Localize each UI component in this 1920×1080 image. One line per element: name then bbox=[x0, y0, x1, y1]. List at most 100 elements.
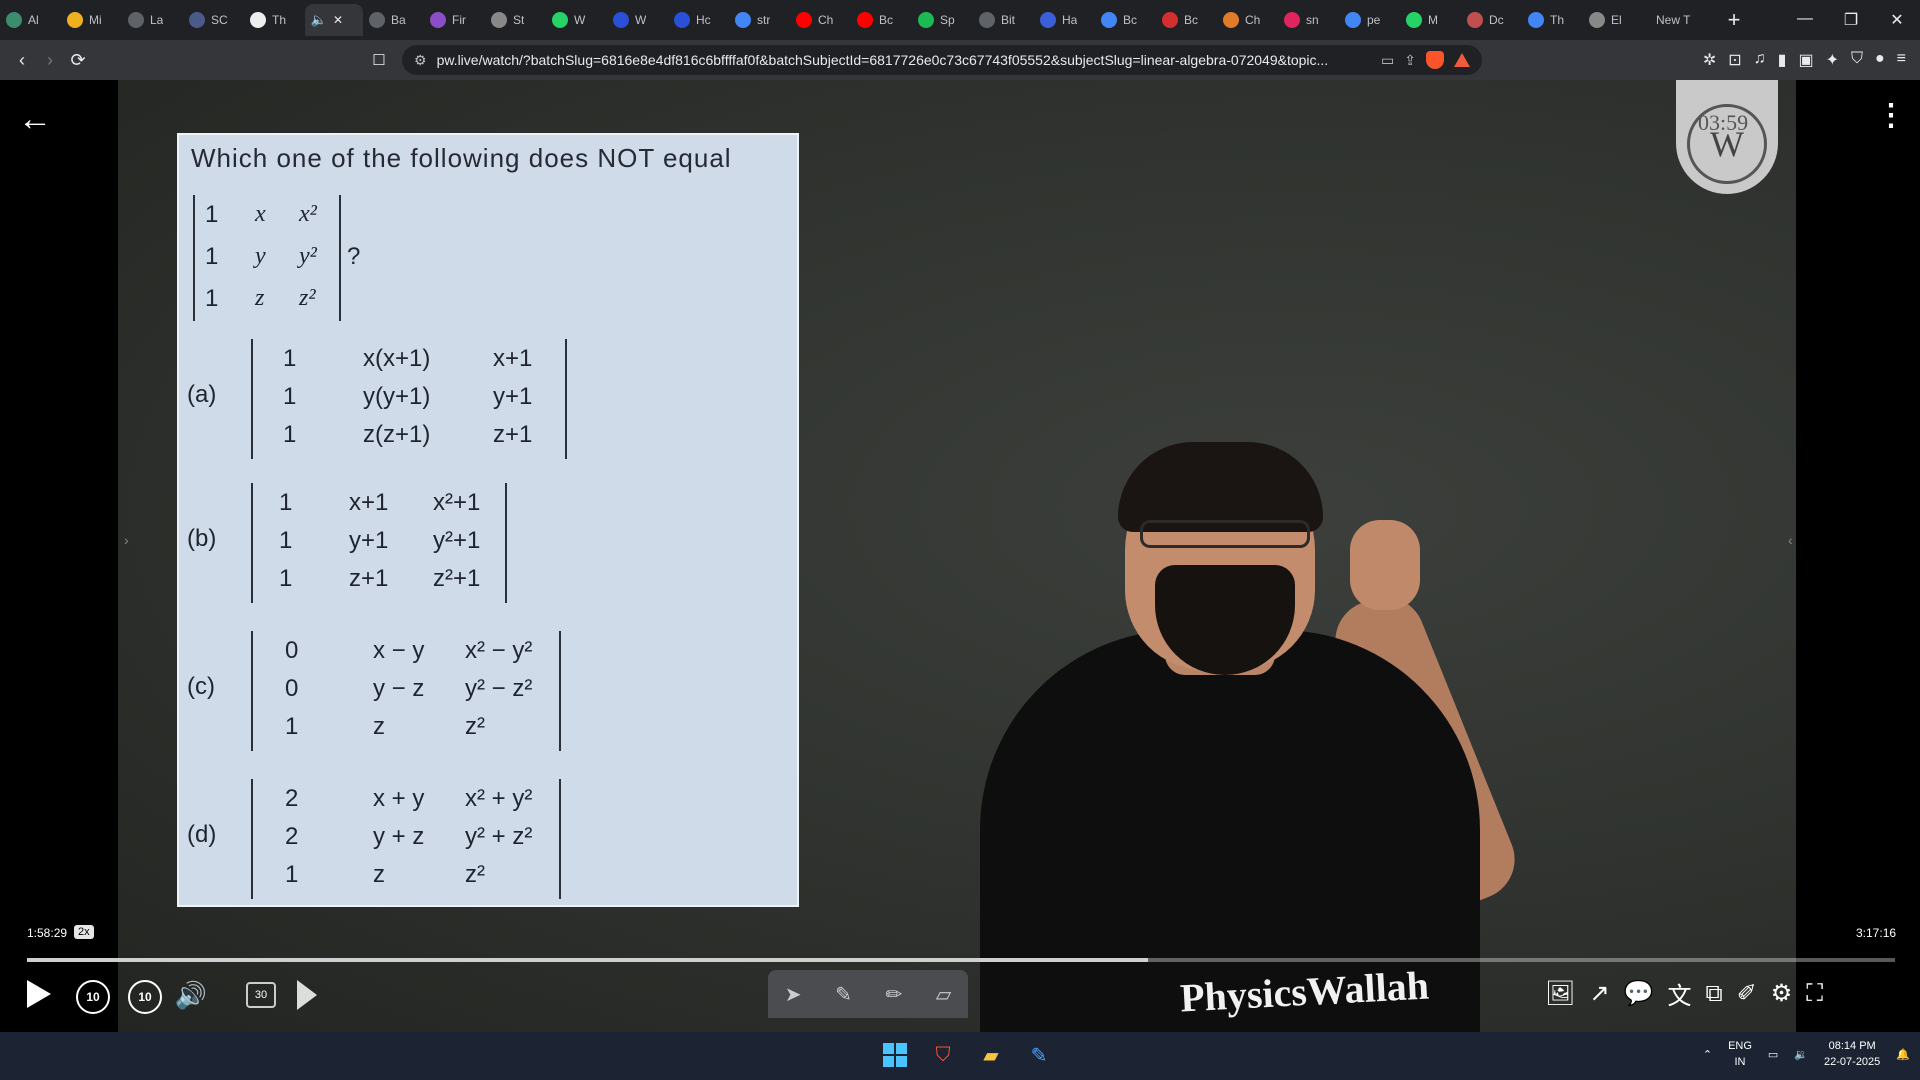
browser-tab[interactable]: pe bbox=[1339, 4, 1400, 36]
cast-icon[interactable]: ▭ bbox=[1381, 52, 1394, 69]
matrix-cell: z(z+1) bbox=[363, 421, 431, 448]
chat-icon[interactable]: 💬 bbox=[1624, 979, 1654, 1008]
presenter-hand bbox=[1350, 520, 1420, 610]
skip30-label: 30 bbox=[254, 989, 268, 1001]
browser-tab[interactable]: St bbox=[485, 4, 546, 36]
new-tab-button[interactable]: + bbox=[1716, 7, 1752, 33]
browser-tab[interactable]: Dc bbox=[1461, 4, 1522, 36]
back-button[interactable]: ‹ bbox=[8, 50, 36, 71]
tab-title: Dc bbox=[1489, 13, 1504, 27]
tab-favicon-icon bbox=[613, 12, 629, 28]
clock[interactable]: 08:14 PM 22-07-2025 bbox=[1824, 1038, 1880, 1070]
browser-tab[interactable]: Bc bbox=[1095, 4, 1156, 36]
browser-tab[interactable]: Th bbox=[244, 4, 305, 36]
back-arrow-icon[interactable]: ← bbox=[18, 100, 52, 139]
file-explorer-icon[interactable]: ▰ bbox=[976, 1040, 1006, 1070]
browser-tab[interactable]: W bbox=[546, 4, 607, 36]
browser-tab[interactable]: La bbox=[122, 4, 183, 36]
tab-favicon-icon bbox=[674, 12, 690, 28]
matrix-cell: y + z bbox=[373, 823, 425, 850]
start-button[interactable] bbox=[880, 1040, 910, 1070]
play-button[interactable] bbox=[24, 978, 54, 1010]
forward-button[interactable]: 10 bbox=[128, 980, 162, 1014]
browser-tab[interactable]: M bbox=[1400, 4, 1461, 36]
playback-speed-badge[interactable]: 2x bbox=[74, 925, 94, 939]
leo-ai-icon[interactable]: ✦ bbox=[1826, 50, 1839, 70]
tab-close-icon[interactable]: ✕ bbox=[333, 13, 343, 27]
browser-tab[interactable]: El bbox=[1583, 4, 1644, 36]
browser-tab[interactable]: Bc bbox=[851, 4, 912, 36]
extensions-icon[interactable]: ✲ bbox=[1703, 50, 1716, 70]
eraser-tool-icon[interactable]: ▱ bbox=[936, 982, 951, 1007]
screenshot-icon[interactable]: ⊡ bbox=[1728, 50, 1741, 70]
notes-icon[interactable]: ✐ bbox=[1737, 979, 1757, 1008]
restore-button[interactable]: ❐ bbox=[1828, 10, 1874, 30]
profile-icon[interactable]: ● bbox=[1875, 50, 1885, 70]
speaker-icon[interactable]: 🔉 bbox=[1794, 1048, 1808, 1061]
progress-bar[interactable] bbox=[27, 958, 1895, 962]
language-indicator[interactable]: ENG IN bbox=[1728, 1038, 1752, 1070]
browser-tab[interactable]: Th bbox=[1522, 4, 1583, 36]
notification-bell-icon[interactable]: 🔔 bbox=[1896, 1048, 1910, 1061]
bookmark-icon[interactable]: ☐ bbox=[364, 51, 394, 69]
minimize-button[interactable]: — bbox=[1782, 10, 1828, 30]
pen-tool-icon[interactable]: ✏ bbox=[885, 982, 902, 1007]
close-window-button[interactable]: ✕ bbox=[1874, 10, 1920, 30]
tab-favicon-icon bbox=[979, 12, 995, 28]
browser-tab[interactable]: str bbox=[729, 4, 790, 36]
sidebar-icon[interactable]: ▮ bbox=[1778, 50, 1787, 70]
url-bar[interactable]: ⚙ pw.live/watch/?batchSlug=6816e8e4df816… bbox=[402, 45, 1482, 75]
pointer-tool-icon[interactable]: ➤ bbox=[785, 982, 802, 1007]
skip30-button[interactable]: 30 bbox=[246, 982, 276, 1008]
browser-tab[interactable]: Mi bbox=[61, 4, 122, 36]
video-player[interactable]: Which one of the following does NOT equa… bbox=[0, 80, 1920, 1032]
browser-tab[interactable]: sn bbox=[1278, 4, 1339, 36]
share-icon[interactable]: ⇪ bbox=[1404, 52, 1416, 69]
rewind-button[interactable]: 10 bbox=[76, 980, 110, 1014]
browser-tab[interactable]: SC bbox=[183, 4, 244, 36]
left-panel-chevron-icon[interactable]: › bbox=[124, 532, 129, 548]
tray-overflow-icon[interactable]: ⌃ bbox=[1703, 1048, 1712, 1061]
browser-tab[interactable]: Hc bbox=[668, 4, 729, 36]
option-label: (a) bbox=[187, 381, 217, 408]
brush-tool-icon[interactable]: ✎ bbox=[835, 982, 852, 1007]
matrix-cell: y²+1 bbox=[433, 527, 481, 554]
wallet-icon[interactable]: ▣ bbox=[1798, 50, 1813, 70]
browser-tab[interactable]: Sp bbox=[912, 4, 973, 36]
fullscreen-icon[interactable]: ⛶ bbox=[1806, 980, 1823, 1008]
browser-tab[interactable]: W bbox=[607, 4, 668, 36]
brave-rewards-icon[interactable] bbox=[1454, 53, 1470, 67]
next-icon[interactable] bbox=[296, 978, 318, 1012]
brave-shield-icon[interactable] bbox=[1426, 51, 1444, 69]
volume-icon[interactable]: 🔊 bbox=[174, 978, 208, 1012]
reload-button[interactable]: ⟳ bbox=[64, 50, 92, 71]
pip-icon[interactable]: ⧉ bbox=[1705, 980, 1722, 1008]
pen-app-icon[interactable]: ✎ bbox=[1024, 1040, 1054, 1070]
browser-tab-strip: Al Mi La SC Th 🔈 ✕ Ba Fir St W W Hc str Ch Bc Sp Bit Ha Bc B… bbox=[0, 0, 1920, 40]
pw-logo: W bbox=[1676, 80, 1778, 194]
browser-tab-active[interactable]: 🔈 ✕ bbox=[305, 4, 363, 36]
tab-new[interactable]: New T bbox=[1644, 13, 1716, 27]
share-video-icon[interactable]: ↗ bbox=[1589, 979, 1609, 1008]
browser-tab[interactable]: Fir bbox=[424, 4, 485, 36]
right-panel-chevron-icon[interactable]: ‹ bbox=[1788, 532, 1793, 548]
browser-tab[interactable]: Ha bbox=[1034, 4, 1095, 36]
vpn-icon[interactable]: ⛉ bbox=[1851, 50, 1863, 70]
menu-icon[interactable]: ≡ bbox=[1897, 50, 1906, 70]
more-options-icon[interactable]: ⋮ bbox=[1876, 98, 1906, 133]
translate-icon[interactable]: 文 bbox=[1667, 976, 1691, 1011]
browser-tab[interactable]: Ba bbox=[363, 4, 424, 36]
browser-tab[interactable]: Ch bbox=[790, 4, 851, 36]
browser-tab[interactable]: Ch bbox=[1217, 4, 1278, 36]
browser-tab[interactable]: Bit bbox=[973, 4, 1034, 36]
media-icon[interactable]: ♫ bbox=[1754, 50, 1766, 70]
url-text[interactable]: pw.live/watch/?batchSlug=6816e8e4df816c6… bbox=[437, 52, 1371, 68]
network-icon[interactable]: ▭ bbox=[1768, 1048, 1778, 1061]
browser-tab[interactable]: Bc bbox=[1156, 4, 1217, 36]
browser-tab[interactable]: Al bbox=[0, 4, 61, 36]
brave-browser-icon[interactable]: ⛉ bbox=[928, 1040, 958, 1070]
image-icon[interactable]: 🖼 bbox=[1545, 979, 1575, 1008]
forward-button[interactable]: › bbox=[36, 50, 64, 71]
site-info-icon[interactable]: ⚙ bbox=[414, 52, 427, 69]
settings-icon[interactable]: ⚙ bbox=[1771, 979, 1793, 1008]
